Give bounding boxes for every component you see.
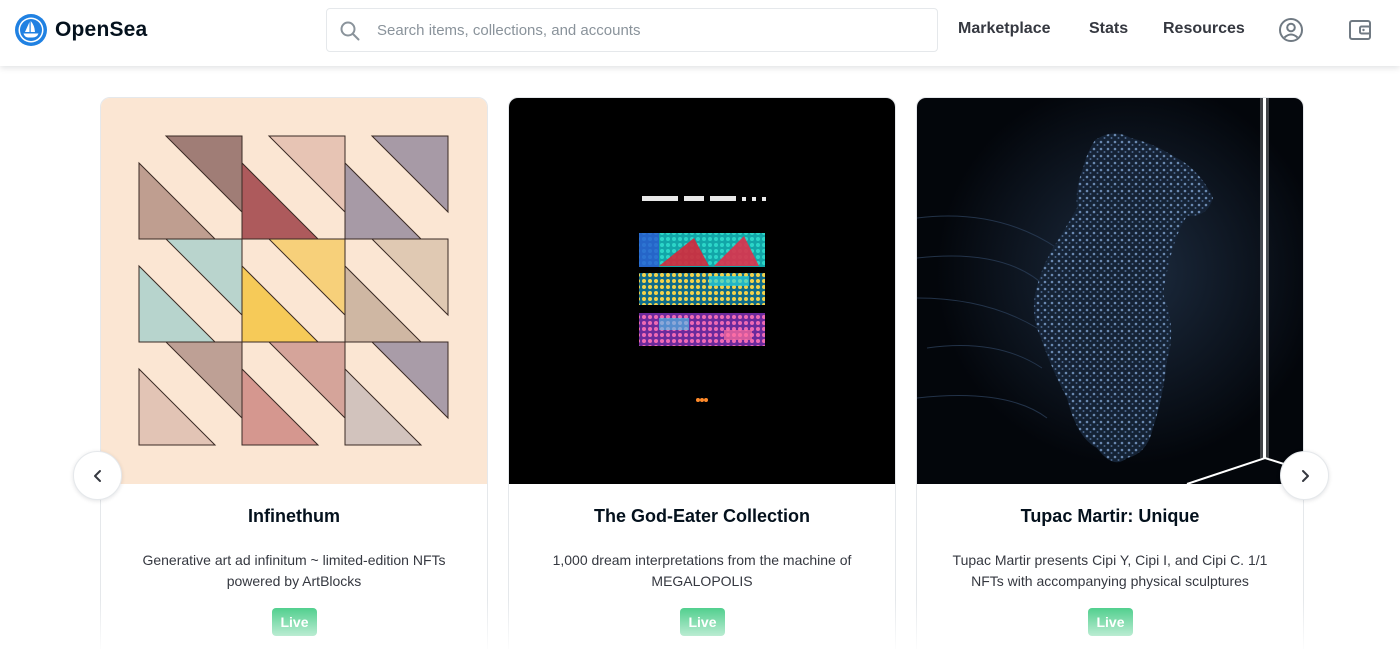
collection-description: Generative art ad infinitum ~ limited-ed…: [142, 552, 446, 589]
live-badge: Live: [1088, 608, 1133, 636]
search-input[interactable]: [377, 9, 927, 51]
nav-marketplace[interactable]: Marketplace: [958, 20, 1051, 38]
collection-card[interactable]: Infinethum Generative art ad infinitum ~…: [100, 97, 488, 649]
collection-title: The God-Eater Collection: [593, 506, 811, 526]
collection-card[interactable]: Tupac Martir: Unique Tupac Martir presen…: [916, 97, 1304, 649]
collection-image: [509, 98, 895, 484]
collection-card[interactable]: The God-Eater Collection 1,000 dream int…: [508, 97, 896, 649]
collection-title: Infinethum: [248, 506, 340, 526]
carousel-prev-button[interactable]: [73, 451, 122, 500]
collection-image: [101, 98, 487, 484]
collection-description: 1,000 dream interpretations from the mac…: [552, 552, 852, 589]
chevron-right-icon: [1302, 470, 1309, 482]
nav-stats[interactable]: Stats: [1089, 20, 1128, 38]
collection-title: Tupac Martir: Unique: [1020, 506, 1200, 526]
opensea-logo-icon[interactable]: [14, 13, 48, 47]
collection-description: Tupac Martir presents Cipi Y, Cipi I, an…: [952, 552, 1268, 589]
account-icon[interactable]: [1278, 17, 1304, 43]
live-badge: Live: [272, 608, 317, 636]
search-icon: [340, 21, 360, 41]
chevron-left-icon: [94, 470, 101, 482]
carousel-next-button[interactable]: [1280, 451, 1329, 500]
wallet-icon[interactable]: [1347, 17, 1373, 43]
nav-resources[interactable]: Resources: [1163, 20, 1245, 38]
top-navbar: OpenSea Marketplace Stats Resources: [0, 0, 1400, 66]
live-badge: Live: [680, 608, 725, 636]
brand-name[interactable]: OpenSea: [55, 18, 147, 42]
search-box[interactable]: [326, 8, 938, 52]
collection-image: [917, 98, 1303, 484]
